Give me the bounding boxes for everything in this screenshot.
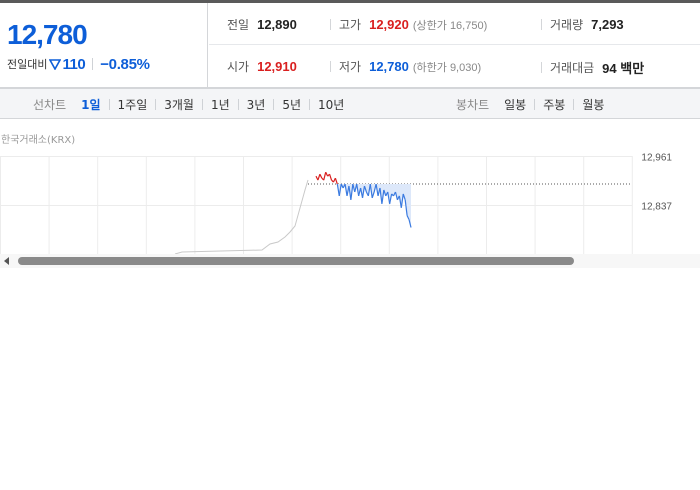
stock-summary-panel: 12,780 전일대비 110 −0.85% 전일 12,890 고가 12,9…	[0, 0, 700, 88]
divider	[237, 98, 239, 110]
stat-open: 시가 12,910	[227, 58, 297, 75]
y-tick-label: 12,837	[641, 202, 672, 213]
data-source-label: 한국거래소(KRX)	[1, 135, 76, 146]
candle-chart-tabs: 봉차트 일봉 주봉 월봉	[456, 89, 605, 119]
candle-chart-title: 봉차트	[456, 97, 490, 112]
tab-candle-weekly[interactable]: 주봉	[542, 96, 566, 113]
stat-prev-close: 전일 12,890	[227, 16, 297, 33]
stat-label: 저가	[339, 60, 362, 74]
divider	[92, 58, 94, 70]
stat-label: 시가	[227, 60, 250, 74]
change-percent: −0.85%	[100, 55, 150, 73]
price-line-segment	[317, 173, 321, 181]
stat-value: 12,920	[369, 17, 409, 32]
divider	[108, 98, 110, 110]
line-chart-title: 선차트	[33, 97, 67, 112]
stats-row: 전일 12,890 고가 12,920 (상한가 16,750) 거래량 7,2…	[209, 3, 700, 45]
line-chart-tabs: 선차트 1일 1주일 3개월 1년 3년 5년 10년	[33, 89, 345, 119]
tab-candle-daily[interactable]: 일봉	[503, 96, 527, 113]
chart-tabs-bar: 선차트 1일 1주일 3개월 1년 3년 5년 10년 봉차트 일봉 주봉 월봉	[0, 88, 700, 119]
price-box: 12,780 전일대비 110 −0.85%	[0, 3, 208, 88]
stat-value: 7,293	[591, 17, 624, 32]
price-line-segment	[323, 172, 327, 181]
stat-label: 거래량	[550, 18, 584, 32]
down-triangle-icon	[49, 59, 62, 70]
divider	[541, 62, 542, 73]
stat-value: 12,910	[257, 59, 297, 74]
change-amount: 110	[62, 55, 86, 73]
change-row: 전일대비 110 −0.85%	[7, 55, 150, 73]
price-chart: 12,961 12,837 한국거래소(KRX)	[0, 120, 700, 270]
upper-limit-price: (상한가 16,750)	[412, 19, 488, 32]
stat-low: 저가 12,780 (하한가 9,030)	[330, 58, 481, 75]
price-line-segment	[334, 177, 338, 185]
stat-label: 고가	[339, 18, 362, 32]
divider	[573, 98, 575, 110]
price-line-segment	[325, 171, 329, 177]
tab-period-1d[interactable]: 1일	[80, 96, 101, 113]
tab-period-3m[interactable]: 3개월	[163, 96, 195, 113]
lower-limit-price: (하한가 9,030)	[412, 61, 482, 74]
tab-period-1y[interactable]: 1년	[210, 96, 231, 113]
stats-row: 시가 12,910 저가 12,780 (하한가 9,030) 거래대금 94 …	[209, 45, 700, 87]
stat-high: 고가 12,920 (상한가 16,750)	[330, 16, 487, 33]
price-line-segment	[329, 173, 333, 181]
scroll-thumb[interactable]	[18, 257, 574, 265]
change-label: 전일대비	[7, 58, 48, 71]
divider	[541, 19, 542, 30]
chart-scrollbar[interactable]	[0, 254, 700, 268]
stat-value: 12,780	[369, 59, 409, 74]
stat-label: 거래대금	[550, 61, 595, 75]
tab-candle-monthly[interactable]: 월봉	[581, 96, 605, 113]
scroll-left-arrow-icon[interactable]	[4, 257, 9, 265]
stats-table: 전일 12,890 고가 12,920 (상한가 16,750) 거래량 7,2…	[209, 3, 700, 88]
stat-trade-value: 거래대금 94 백만	[541, 58, 644, 77]
divider	[309, 98, 311, 110]
divider	[155, 98, 157, 110]
divider	[201, 98, 203, 110]
stat-value: 94 백만	[602, 61, 645, 76]
tab-period-10y[interactable]: 10년	[317, 96, 345, 113]
stat-label: 전일	[227, 18, 250, 32]
intraday-line-chart: 12,961 12,837	[0, 153, 672, 254]
y-tick-label: 12,961	[641, 153, 672, 164]
stat-volume: 거래량 7,293	[541, 16, 624, 33]
divider	[534, 98, 536, 110]
tab-period-5y[interactable]: 5년	[281, 96, 302, 113]
tab-period-1w[interactable]: 1주일	[117, 96, 149, 113]
divider	[330, 61, 331, 72]
divider	[330, 19, 331, 30]
stat-value: 12,890	[257, 17, 297, 32]
tab-period-3y[interactable]: 3년	[246, 96, 267, 113]
price-line-segment	[319, 173, 323, 179]
current-price: 12,780	[7, 19, 88, 50]
divider	[273, 98, 275, 110]
